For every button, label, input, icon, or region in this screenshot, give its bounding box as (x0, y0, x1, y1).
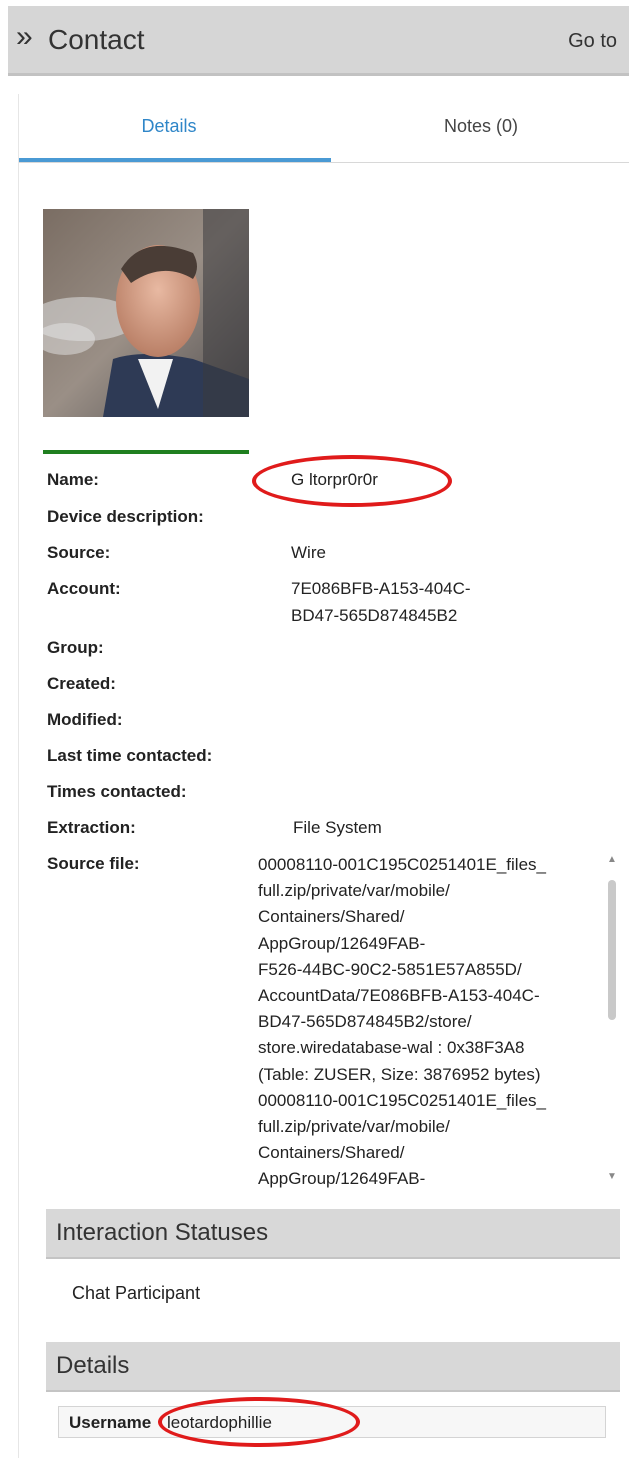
interaction-statuses-header: Interaction Statuses (46, 1209, 620, 1259)
source-file-line: 00008110-001C195C0251401E_files_ (258, 855, 546, 874)
header-bar: » Contact Go to (8, 6, 629, 76)
interaction-status-item: Chat Participant (72, 1283, 201, 1303)
goto-button[interactable]: Go to (568, 30, 617, 53)
source-file-label: Source file: (47, 854, 140, 873)
annotation-circle-username (158, 1397, 360, 1447)
source-file-list[interactable]: 00008110-001C195C0251401E_files_ full.zi… (258, 852, 598, 1190)
source-label: Source: (47, 543, 111, 562)
username-label: Username (69, 1413, 152, 1432)
source-value: Wire (291, 543, 326, 562)
source-file-line: 00008110-001C195C0251401E_files_ (258, 1090, 546, 1110)
source-file-line: store.wiredatabase-wal : 0x38F3A8 (258, 1038, 525, 1058)
triangle-down-icon[interactable]: ▼ (607, 1171, 617, 1182)
modified-label: Modified: (47, 710, 123, 729)
source-file-line: full.zip/private/var/mobile/ (258, 881, 450, 901)
extraction-label: Extraction: (47, 818, 136, 837)
times-contacted-label: Times contacted: (47, 782, 187, 801)
tab-bar: Details Notes (0) (19, 94, 629, 163)
tab-details[interactable]: Details (19, 116, 319, 137)
group-label: Group: (47, 638, 104, 657)
account-label: Account: (47, 579, 121, 598)
account-value-line2: BD47-565D874845B2 (291, 606, 458, 625)
page-title: Contact (48, 24, 145, 55)
source-file-line: F526-44BC-90C2-5851E57A855D/ (258, 959, 522, 979)
source-file-line: AppGroup/12649FAB- (258, 1169, 426, 1189)
contact-photo (43, 209, 249, 417)
details-section-title: Details (56, 1352, 130, 1379)
interaction-statuses-title: Interaction Statuses (56, 1219, 269, 1246)
tab-notes[interactable]: Notes (0) (331, 116, 629, 137)
source-file-line: Containers/Shared/ (258, 1143, 405, 1163)
double-chevron-right-icon[interactable]: » (16, 20, 33, 54)
source-file-line: (Table: ZUSER, Size: 3876952 bytes) (258, 1064, 541, 1084)
source-file-line: AccountData/7E086BFB-A153-404C- (258, 986, 540, 1006)
source-file-line: full.zip/private/var/mobile/ (258, 1117, 450, 1137)
scrollbar-thumb[interactable] (608, 880, 616, 1020)
annotation-circle-name (252, 455, 452, 507)
device-description-label: Device description: (47, 507, 204, 526)
extraction-value: File System (293, 818, 382, 837)
source-file-line: Containers/Shared/ (258, 907, 405, 927)
source-file-scrollbar[interactable]: ▲ ▼ (603, 852, 621, 1182)
account-value-line1: 7E086BFB-A153-404C- (291, 579, 471, 598)
details-section-header: Details (46, 1342, 620, 1392)
created-label: Created: (47, 674, 116, 693)
triangle-up-icon[interactable]: ▲ (607, 854, 617, 865)
active-tab-indicator (19, 158, 331, 162)
source-file-line: AppGroup/12649FAB- (258, 933, 426, 953)
contact-photo-image (43, 209, 249, 417)
last-time-contacted-label: Last time contacted: (47, 746, 213, 765)
name-label: Name: (47, 470, 99, 489)
photo-underline (43, 450, 249, 454)
source-file-line: BD47-565D874845B2/store/ (258, 1012, 472, 1032)
